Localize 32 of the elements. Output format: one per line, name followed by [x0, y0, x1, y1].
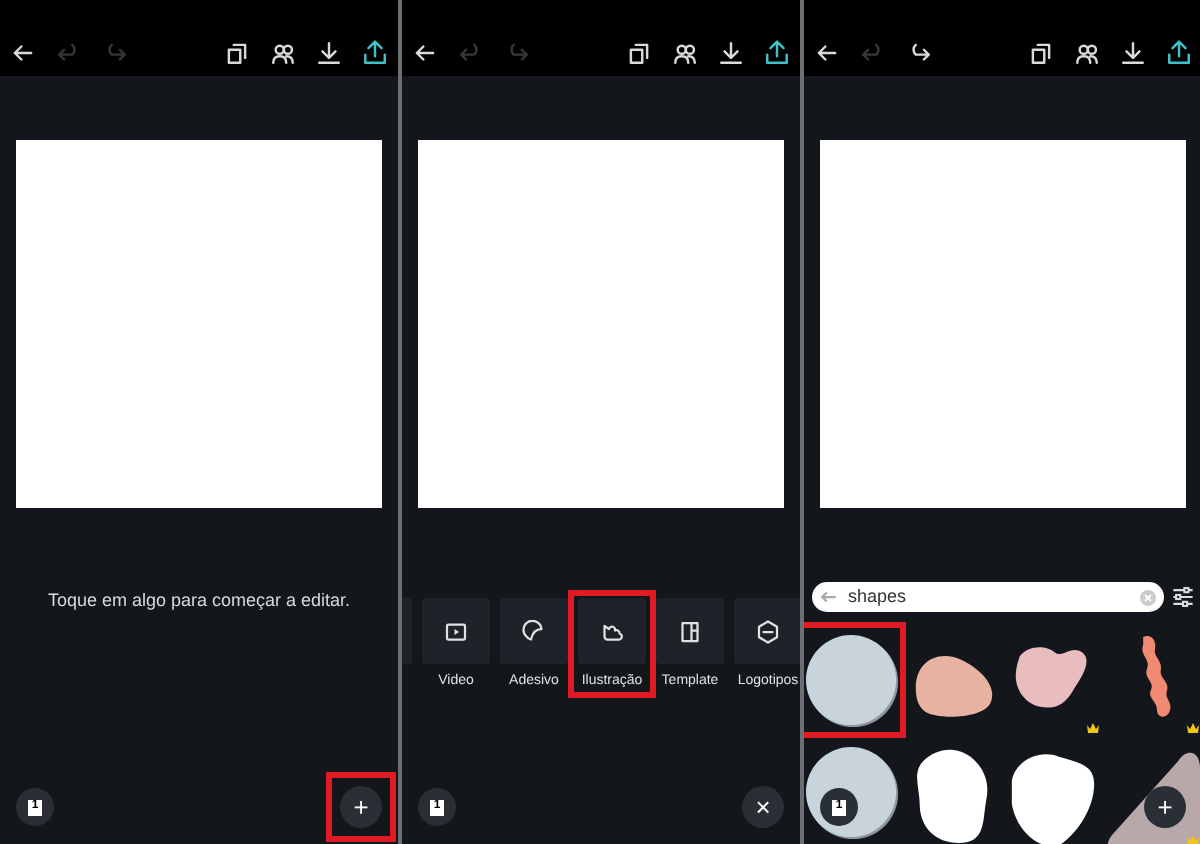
back-arrow-icon[interactable]: [10, 40, 36, 66]
menu-tile[interactable]: [656, 598, 724, 664]
layout-icon: [678, 619, 702, 643]
share-icon[interactable]: [764, 40, 790, 66]
fab-button[interactable]: ×: [742, 786, 784, 828]
download-icon[interactable]: [1120, 40, 1146, 66]
menu-tile[interactable]: [578, 598, 646, 664]
play-icon: [444, 619, 468, 643]
copy-icon[interactable]: [626, 40, 652, 66]
search-field[interactable]: shapes: [812, 582, 1164, 612]
fab-button[interactable]: +: [340, 786, 382, 828]
hint-text: Toque em algo para começar a editar.: [47, 588, 351, 614]
copy-icon[interactable]: [224, 40, 250, 66]
menu-tile[interactable]: [734, 598, 800, 664]
back-arrow-icon: [820, 588, 838, 606]
redo-icon[interactable]: [906, 40, 932, 66]
people-icon[interactable]: [270, 40, 296, 66]
share-icon[interactable]: [362, 40, 388, 66]
share-icon[interactable]: [1166, 40, 1192, 66]
people-icon[interactable]: [1074, 40, 1100, 66]
filter-icon[interactable]: [1172, 586, 1194, 608]
cloud-icon: [600, 619, 624, 643]
copy-icon[interactable]: [1028, 40, 1054, 66]
people-icon[interactable]: [672, 40, 698, 66]
menu-tile[interactable]: [422, 598, 490, 664]
hexagon-icon: [756, 619, 780, 643]
download-icon[interactable]: [718, 40, 744, 66]
back-arrow-icon[interactable]: [412, 40, 438, 66]
menu-tile[interactable]: [500, 598, 568, 664]
download-icon[interactable]: [316, 40, 342, 66]
back-arrow-icon[interactable]: [814, 40, 840, 66]
sticker-icon: [522, 619, 546, 643]
